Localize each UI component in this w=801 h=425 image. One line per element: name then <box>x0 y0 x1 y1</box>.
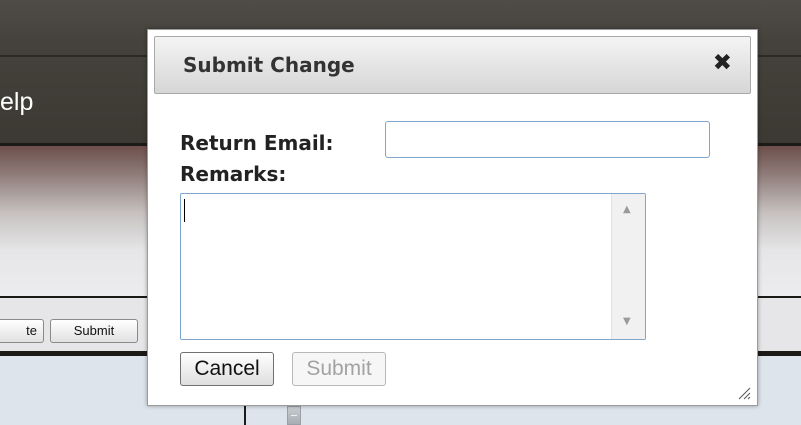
dialog-titlebar[interactable]: Submit Change ✖ <box>154 36 751 94</box>
text-caret <box>184 199 185 222</box>
toolbar-partial-button[interactable]: te <box>0 319 44 343</box>
resize-grip-icon[interactable] <box>737 386 751 400</box>
nav-help-link[interactable]: elp <box>0 88 33 117</box>
toolbar-submit-button[interactable]: Submit <box>50 319 138 343</box>
remarks-textarea[interactable] <box>181 194 611 339</box>
close-icon[interactable]: ✖ <box>713 50 732 76</box>
submit-button[interactable]: Submit <box>292 352 386 386</box>
scroll-nub-icon[interactable] <box>287 406 301 425</box>
remarks-label: Remarks: <box>180 162 287 186</box>
return-email-field[interactable] <box>385 121 710 158</box>
cancel-button[interactable]: Cancel <box>180 352 274 386</box>
return-email-label: Return Email: <box>180 131 334 155</box>
scroll-down-arrow-icon[interactable]: ▼ <box>623 316 631 327</box>
remarks-textarea-frame: ▲ ▼ <box>180 193 646 340</box>
submit-change-dialog: Submit Change ✖ Return Email: Remarks: ▲… <box>147 29 758 406</box>
scroll-up-arrow-icon[interactable]: ▲ <box>623 204 631 215</box>
remarks-scrollbar[interactable]: ▲ ▼ <box>611 194 645 339</box>
dialog-title: Submit Change <box>183 53 355 77</box>
